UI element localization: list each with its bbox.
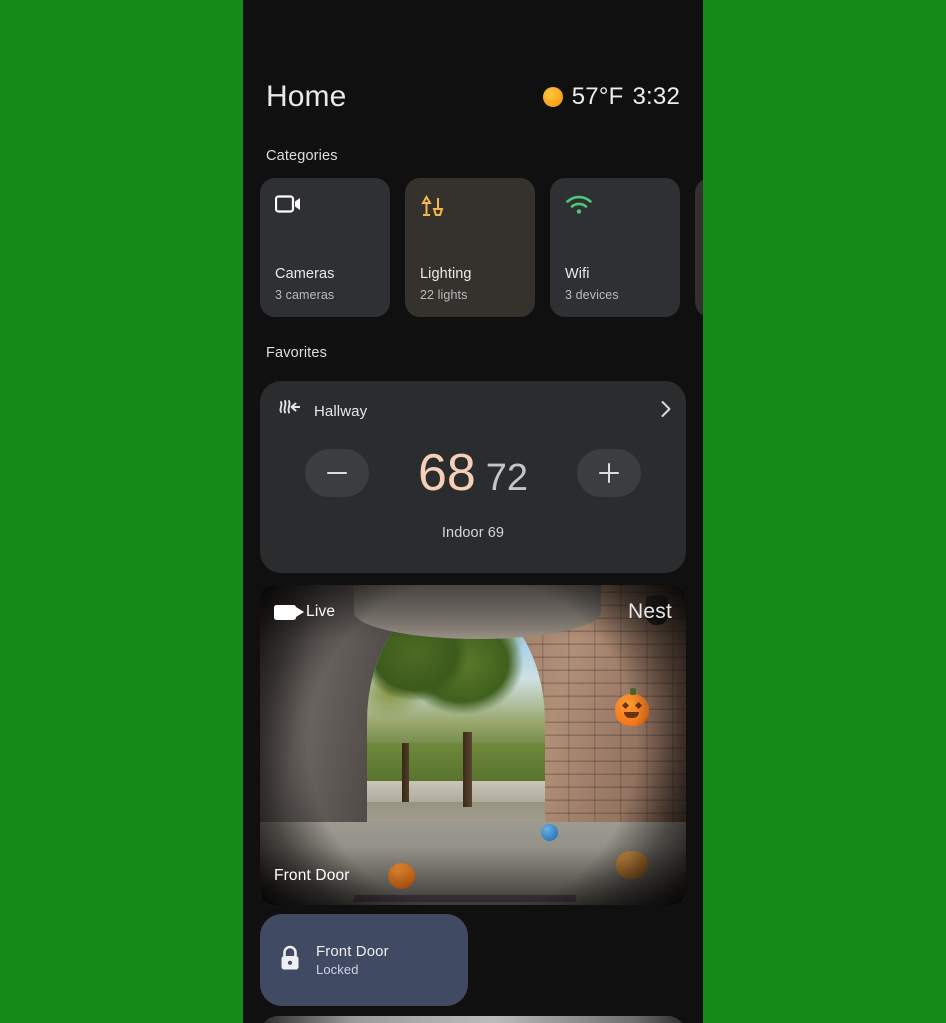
clock-label: 3:32 — [632, 83, 680, 110]
temperature-label: 57°F — [571, 83, 624, 110]
category-subtitle: 3 devices — [565, 288, 619, 302]
category-name: Wifi — [565, 266, 590, 282]
next-card-peek[interactable] — [260, 1016, 686, 1023]
lock-card-front-door[interactable]: Front Door Locked — [260, 914, 468, 1006]
thermostat-controls: 68 72 — [260, 447, 686, 499]
sun-icon — [542, 87, 563, 107]
camera-status-label: Live — [306, 603, 336, 620]
thermostat-name: Hallway — [314, 402, 368, 420]
camera-brand-label: Nest — [628, 600, 672, 623]
category-card-partial[interactable] — [695, 178, 703, 317]
wifi-icon — [565, 195, 665, 227]
video-camera-filled-icon — [274, 604, 304, 620]
header-status: 57°F 3:32 — [542, 83, 680, 111]
camera-name-label: Front Door — [274, 867, 350, 884]
category-name: Cameras — [275, 266, 335, 282]
lock-text-group: Front Door Locked — [316, 943, 389, 977]
chevron-right-icon[interactable] — [660, 400, 672, 423]
thermostat-header[interactable]: Hallway — [278, 397, 672, 425]
lock-closed-icon — [278, 944, 302, 977]
camera-card-front-door[interactable]: Live Nest Front Door — [260, 585, 686, 905]
temperature-increase-button[interactable] — [577, 449, 641, 497]
thermostat-card[interactable]: Hallway 68 72 Indoor 69 — [260, 381, 686, 573]
app-header: Home 57°F 3:32 — [243, 72, 703, 122]
wall-pumpkin-decoration — [614, 687, 649, 726]
category-card-lighting[interactable]: Lighting 22 lights — [405, 178, 535, 317]
category-card-wifi[interactable]: Wifi 3 devices — [550, 178, 680, 317]
lock-name-label: Front Door — [316, 943, 389, 960]
category-subtitle: 3 cameras — [275, 288, 335, 302]
camera-bottom-overlay: Front Door — [260, 847, 686, 905]
temperature-readout: 68 72 — [369, 447, 577, 499]
temperature-decrease-button[interactable] — [305, 449, 369, 497]
favorites-section-label: Favorites — [266, 345, 327, 361]
cool-setpoint: 72 — [485, 457, 529, 499]
category-name: Lighting — [420, 266, 472, 282]
category-card-cameras[interactable]: Cameras 3 cameras — [260, 178, 390, 317]
video-camera-icon — [275, 195, 375, 227]
indoor-temperature-label: Indoor 69 — [441, 525, 505, 541]
heat-waves-icon — [278, 399, 302, 424]
camera-top-overlay: Live Nest — [260, 585, 686, 639]
phone-screen: Home 57°F 3:32 Categories Cameras 3 came… — [243, 0, 703, 1023]
categories-carousel[interactable]: Cameras 3 cameras Lighting 22 lights Wif… — [243, 178, 703, 317]
lock-state-label: Locked — [316, 962, 359, 977]
page-title: Home — [266, 80, 347, 113]
lamp-icon — [420, 195, 520, 227]
heat-setpoint: 68 — [417, 444, 476, 502]
categories-section-label: Categories — [266, 148, 338, 164]
category-subtitle: 22 lights — [420, 288, 468, 302]
